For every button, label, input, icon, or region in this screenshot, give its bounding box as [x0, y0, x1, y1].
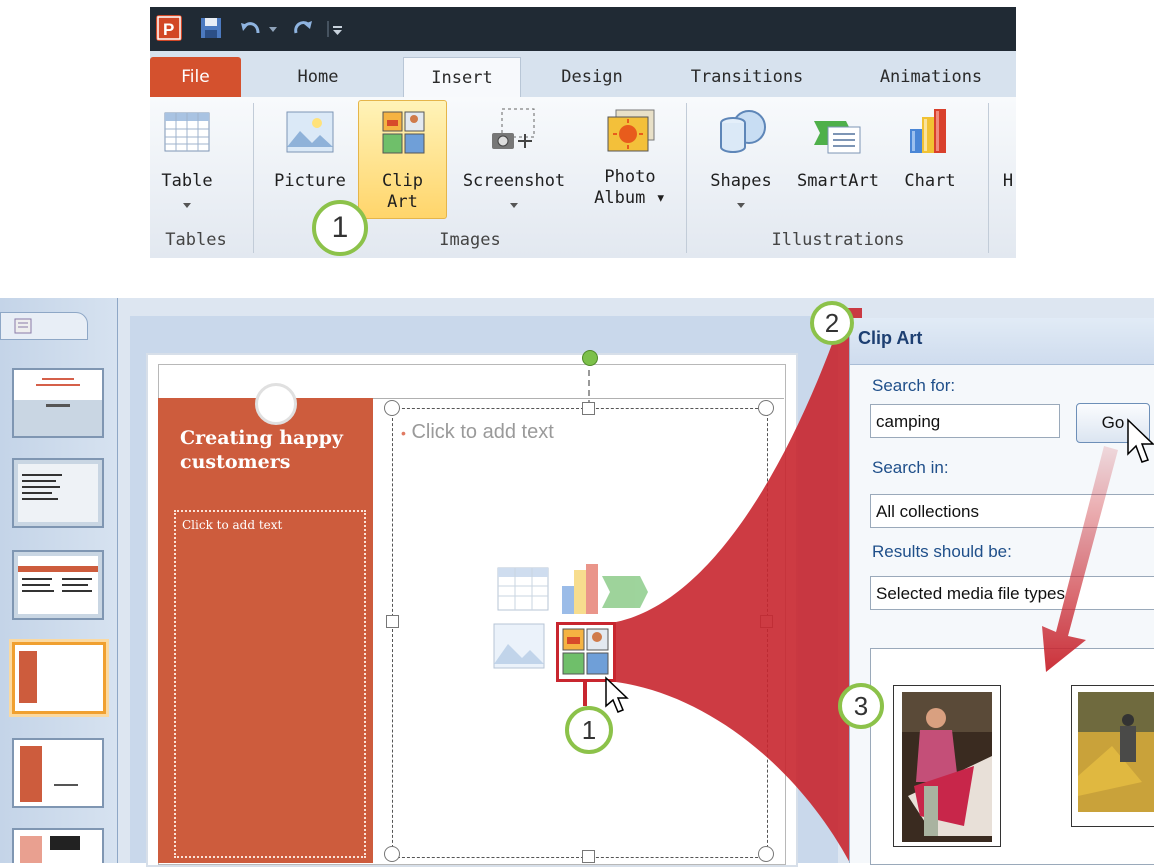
rotation-handle[interactable] — [582, 350, 598, 366]
tab-transitions[interactable]: Transitions — [677, 57, 817, 97]
left-placeholder-text: Click to add text — [182, 518, 283, 532]
tab-file[interactable]: File — [150, 57, 241, 97]
ribbon-tab-row: File Home Insert Design Transitions Anim… — [150, 51, 1016, 99]
search-input[interactable]: camping — [870, 404, 1060, 438]
resize-handle-bottom[interactable] — [582, 850, 595, 863]
content-placeholder-text: Click to add text — [411, 421, 554, 443]
quick-access-toolbar: P — [150, 7, 1016, 51]
clip-art-label-line1: Clip — [382, 171, 423, 191]
table-button[interactable]: Table — [156, 97, 218, 223]
tab-animations[interactable]: Animations — [860, 57, 1002, 97]
mouse-cursor-icon — [605, 676, 629, 713]
screenshot-icon — [488, 107, 540, 157]
chart-label: Chart — [904, 171, 956, 191]
photo-album-icon — [604, 107, 656, 157]
results-label: Results should be: — [872, 542, 1012, 561]
rotation-line — [588, 370, 592, 406]
clip-art-result[interactable] — [1071, 685, 1154, 827]
task-pane-header: Clip Art — [850, 318, 1154, 365]
clip-art-icon — [377, 108, 429, 158]
clip-art-result[interactable] — [893, 685, 1001, 847]
shape-handle — [255, 383, 297, 425]
undo-dropdown-icon[interactable] — [266, 15, 280, 41]
table-icon — [161, 107, 213, 157]
photo-album-label-line1: Photo — [604, 167, 656, 187]
tab-insert[interactable]: Insert — [403, 57, 521, 99]
slides-tab-icon — [14, 318, 32, 334]
resize-handle-bottom-left[interactable] — [384, 846, 400, 862]
group-illustrations-label: Illustrations — [771, 230, 905, 250]
step-callout-1: 1 — [312, 200, 368, 256]
hyperlink-label: H — [1002, 171, 1014, 191]
redo-icon[interactable] — [290, 15, 316, 41]
smartart-button[interactable]: SmartArt — [788, 97, 888, 223]
photo-album-label-line2: Album ▾ — [594, 188, 666, 208]
camping-photo-image — [1078, 692, 1154, 812]
picture-icon — [284, 107, 336, 157]
clip-art-label-line2: Art — [387, 192, 418, 212]
bullet-icon: • — [401, 425, 406, 441]
table-dropdown-icon — [183, 203, 191, 208]
powerpoint-ribbon: P File Home Insert Design Transitions An… — [150, 7, 1016, 258]
camping-photo-image — [902, 692, 992, 842]
search-in-label: Search in: — [872, 458, 949, 477]
photo-album-button[interactable]: Photo Album ▾ — [580, 97, 680, 223]
resize-handle-top-left[interactable] — [384, 400, 400, 416]
resize-handle-left[interactable] — [386, 615, 399, 628]
customize-toolbar-icon[interactable] — [326, 15, 346, 41]
group-tables-label: Tables — [165, 230, 227, 250]
svg-text:P: P — [163, 20, 174, 39]
results-area — [870, 648, 1154, 865]
tab-home[interactable]: Home — [268, 57, 368, 97]
hyperlink-button[interactable]: H — [998, 97, 1016, 223]
smartart-icon — [812, 107, 864, 157]
red-arrow — [1042, 446, 1118, 672]
table-label: Table — [161, 171, 213, 191]
task-pane-title: Clip Art — [858, 328, 923, 348]
shapes-dropdown-icon — [737, 203, 745, 208]
slide-thumbnail-selected[interactable] — [12, 642, 106, 714]
step-callout-2: 2 — [810, 301, 854, 345]
powerpoint-logo-icon: P — [156, 15, 182, 41]
insert-ribbon-panel: Table Tables Picture Clip Art Screenshot — [150, 97, 1016, 258]
step-callout-3: 3 — [838, 683, 884, 729]
shapes-icon — [715, 107, 767, 157]
undo-icon[interactable] — [238, 15, 264, 41]
slide-thumbnail[interactable] — [12, 368, 104, 438]
screenshot-label: Screenshot — [462, 171, 566, 191]
left-text-placeholder[interactable]: Click to add text — [174, 510, 366, 858]
chart-button[interactable]: Chart — [892, 97, 968, 223]
content-placeholder-prompt: • Click to add text — [401, 421, 554, 444]
group-divider — [686, 103, 687, 253]
group-divider — [988, 103, 989, 253]
search-for-label: Search for: — [872, 376, 956, 395]
save-icon[interactable] — [198, 15, 224, 41]
slide-thumbnail[interactable] — [12, 738, 104, 808]
slide-title[interactable]: Creating happy customers — [180, 426, 350, 474]
screenshot-button[interactable]: Screenshot — [450, 97, 578, 223]
clip-art-button[interactable]: Clip Art — [358, 100, 447, 219]
screenshot-dropdown-icon — [510, 203, 518, 208]
shapes-label: Shapes — [710, 171, 772, 191]
chart-icon — [904, 107, 956, 157]
shapes-button[interactable]: Shapes — [698, 97, 784, 223]
smartart-label: SmartArt — [797, 171, 879, 191]
resize-handle-top[interactable] — [582, 402, 595, 415]
slide-thumbnails-pane — [0, 298, 118, 863]
slide-thumbnail[interactable] — [12, 828, 104, 863]
group-divider — [253, 103, 254, 253]
callout-connector — [583, 682, 587, 706]
picture-label: Picture — [274, 171, 346, 191]
slide-thumbnail[interactable] — [12, 458, 104, 528]
slide-thumbnail[interactable] — [12, 550, 104, 620]
mouse-cursor-icon — [1127, 418, 1154, 463]
step-callout-1-slide: 1 — [565, 706, 613, 754]
tab-design[interactable]: Design — [540, 57, 644, 97]
outline-tab[interactable] — [0, 312, 88, 340]
